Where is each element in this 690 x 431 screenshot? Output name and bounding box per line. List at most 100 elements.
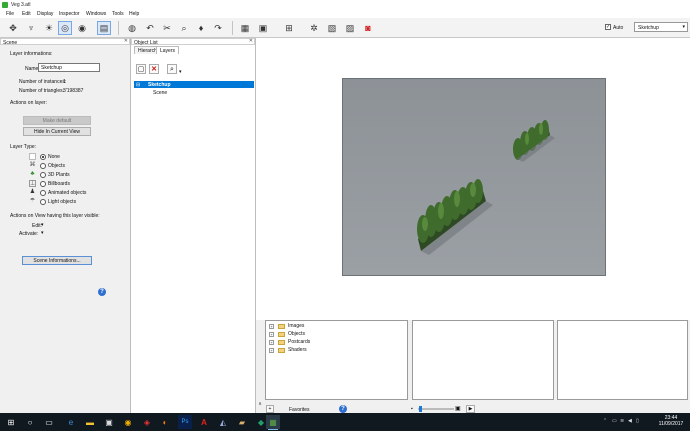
edge-icon[interactable]: e [64,415,78,429]
tree-item-postcards[interactable]: Postcards [288,339,310,345]
thumbnail-small-icon[interactable]: ▪ [411,406,413,412]
plant-icon: ♣ [30,171,35,177]
edit-dropdown[interactable]: ▾ [41,222,44,228]
close-icon[interactable]: ✕ [124,38,128,44]
expand-icon[interactable]: + [269,324,274,329]
activate-dropdown[interactable]: ▾ [41,230,44,236]
menu-display[interactable]: Display [37,11,53,17]
expand-icon[interactable]: + [269,332,274,337]
tree-item-shaders[interactable]: Shaders [288,347,307,353]
photoshop-icon[interactable]: Ps [178,415,192,429]
menu-edit[interactable]: Edit [22,11,31,17]
volume-icon[interactable]: ◀ [628,418,632,424]
layer-type-billboards-radio[interactable] [40,181,46,187]
app-active-icon[interactable]: ▦ [266,415,280,430]
thumbnail-large-icon[interactable]: ▣ [455,405,461,412]
grid-icon[interactable]: ⊞ [282,21,296,35]
layer-type-none-label: None [48,154,60,160]
windows-start-icon[interactable]: ⊞ [4,415,18,429]
firefox-icon[interactable]: ◐ [158,415,172,429]
network-icon[interactable]: ▭ [612,418,617,424]
auto-checkbox[interactable]: ✓ [605,24,611,30]
app-folder-icon[interactable]: ▰ [235,415,249,429]
clock[interactable]: 23:44 11/09/2017 [656,415,686,427]
image-icon[interactable]: ▧ [325,21,339,35]
make-default-button[interactable]: Make default [23,116,91,125]
camera-settings-icon[interactable]: ◉ [75,21,89,35]
catalog-list[interactable] [412,320,554,400]
task-view-icon[interactable]: ▭ [42,415,56,429]
object-list-panel: Object List ✕ Hierarchy Layers ▢ ✕ ⌕ ▾ ⊟… [131,38,256,413]
image-icon-2[interactable]: ▨ [343,21,357,35]
redo-icon[interactable]: ↷ [211,21,225,35]
render-icon[interactable]: ◙ [361,21,375,35]
close-icon[interactable]: ✕ [249,38,253,44]
new-layer-icon[interactable]: ▢ [136,64,146,74]
menu-inspector[interactable]: Inspector [59,11,80,17]
expand-icon[interactable]: ⊟ [136,82,140,88]
sun-icon[interactable]: ☀ [42,21,56,35]
app-blue-icon[interactable]: ◭ [216,415,230,429]
help-icon[interactable]: ? [339,405,347,413]
store-icon[interactable]: ▣ [102,415,116,429]
render-canvas[interactable] [342,78,606,276]
hide-in-current-view-button[interactable]: Hide In Current View [23,127,91,136]
thumbnail-size-slider[interactable] [418,408,454,410]
chrome-icon[interactable]: ◉ [121,415,135,429]
light-icon[interactable]: ♆ [24,21,38,35]
triangles-value: 3'198387 [63,88,84,94]
layer-type-objects-radio[interactable] [40,163,46,169]
menu-tools[interactable]: Tools [112,11,124,17]
delete-icon[interactable]: ✕ [149,64,159,74]
file-explorer-icon[interactable]: ▬ [83,415,97,429]
chevron-down-icon[interactable]: ▾ [179,69,182,75]
add-favorite-button[interactable]: + [266,405,274,413]
battery-icon[interactable]: ▯ [636,418,639,424]
folder-icon [278,332,285,337]
undo-icon[interactable]: ↶ [143,21,157,35]
title-bar: Veg 3.atl [0,0,690,10]
app-red-icon[interactable]: ◈ [140,415,154,429]
layer-type-animated-radio[interactable] [40,190,46,196]
scene-informations-button[interactable]: Scene Informations... [22,256,92,265]
menu-windows[interactable]: Windows [86,11,106,17]
layer-type-none-radio[interactable] [40,154,46,160]
light-object-icon: ☂ [29,198,36,204]
catalog-preview[interactable] [557,320,688,400]
layers-icon[interactable]: ▤ [97,21,111,35]
search-layer-icon[interactable]: ⌕ [167,64,177,74]
search-icon[interactable]: ○ [23,415,37,429]
tree-item-images[interactable]: Images [288,323,304,329]
layout-icon[interactable]: ▦ [238,21,252,35]
layer-select[interactable]: Sketchup ▾ [634,22,688,32]
layer-type-3d-plants-radio[interactable] [40,172,46,178]
tab-layers[interactable]: Layers [156,46,180,54]
render-viewport[interactable] [256,38,690,320]
tree-item-objects[interactable]: Objects [288,331,305,337]
catalog-tree[interactable]: + Images + Objects + Postcards + Shaders [265,320,408,400]
expand-icon[interactable]: + [269,340,274,345]
sphere-icon[interactable]: ◍ [125,21,139,35]
bulb-icon[interactable]: ♦ [194,21,208,35]
rendered-scene [343,79,605,275]
gear-icon[interactable]: ✲ [307,21,321,35]
menu-file[interactable]: File [6,11,14,17]
menu-help[interactable]: Help [129,11,139,17]
help-icon[interactable]: ? [98,288,106,296]
window-icon[interactable]: ▣ [256,21,270,35]
zoom-icon[interactable]: ⌕ [177,21,191,35]
wifi-icon[interactable]: ≋ [620,418,624,424]
camera-icon[interactable]: ◎ [58,21,72,35]
auto-label: Auto [613,25,624,31]
acrobat-icon[interactable]: A [197,415,211,429]
pointer-icon[interactable]: ✥ [6,21,20,35]
expand-icon[interactable]: + [269,348,274,353]
slider-thumb[interactable] [419,406,422,412]
layer-name-input[interactable]: Sketchup [38,63,100,72]
layer-type-light-radio[interactable] [40,199,46,205]
layer-row-scene[interactable]: Scene [134,89,254,96]
layer-row-sketchup[interactable]: ⊟ Sketchup [134,81,254,88]
play-icon[interactable]: ▶ [466,405,475,413]
lasso-icon[interactable]: ✂ [160,21,174,35]
tray-chevron-icon[interactable]: ⌃ [603,418,607,424]
